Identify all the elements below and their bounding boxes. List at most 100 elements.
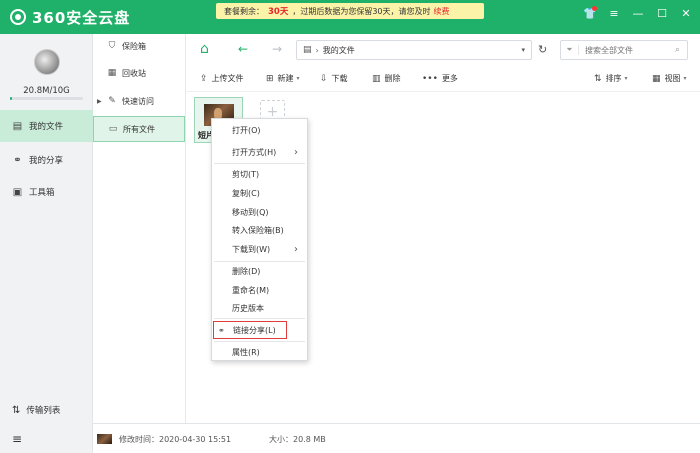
transfer-icon: ⇅	[12, 404, 21, 416]
more-label: 更多	[441, 74, 458, 83]
delete-button[interactable]: ▥ 删除	[372, 73, 401, 84]
menu-item-delete[interactable]: 删除(D)	[212, 262, 307, 280]
trash-icon: ▥	[372, 73, 381, 84]
modified-time: 修改时间：2020-04-30 15:51	[119, 435, 232, 444]
menu-item-label: 复制(C)	[232, 188, 260, 198]
view-label: 视图	[664, 74, 681, 83]
nav-item-toolbox[interactable]: ▣ 工具箱	[0, 176, 93, 208]
sort-button[interactable]: ⇅ 排序 ▾	[594, 73, 628, 84]
maximize-button[interactable]: ☐	[654, 6, 670, 22]
forward-arrow-icon[interactable]: →	[272, 42, 282, 56]
menu-item-move-to[interactable]: 移动到(Q)	[212, 203, 307, 221]
new-label: 新建	[277, 74, 294, 83]
menu-item-label: 剪切(T)	[232, 169, 260, 179]
menu-item-open[interactable]: 打开(O)	[212, 121, 307, 139]
upload-icon: ⇪	[200, 73, 208, 84]
close-icon: ✕	[681, 7, 691, 20]
menu-item-label: 移动到(Q)	[232, 207, 269, 217]
title-bar: 360安全云盘 套餐剩余： 30天 ，过期后数据为您保留30天，请您及时 续费 …	[0, 0, 700, 34]
tree-item-label: 保险箱	[122, 41, 146, 51]
address-bar: ⌂ ← → ▤ › 我的文件 ▾ ↻ ⏷ ⌕	[186, 34, 700, 66]
tree-item-vault[interactable]: ⛉ 保险箱	[93, 35, 185, 57]
menu-item-cut[interactable]: 剪切(T)	[212, 165, 307, 183]
menu-item-link-share[interactable]: ⚭ 链接分享(L)	[213, 321, 287, 339]
nav-item-label: 我的文件	[29, 122, 64, 132]
maximize-icon: ☐	[657, 7, 667, 20]
search-box: ⏷ ⌕	[560, 40, 688, 60]
share-icon: ⚭	[218, 325, 225, 335]
avatar[interactable]	[34, 49, 60, 75]
menu-item-to-vault[interactable]: 转入保险箱(B)	[212, 221, 307, 239]
app-logo: 360安全云盘	[10, 6, 130, 28]
menu-item-label: 删除(D)	[232, 266, 261, 276]
path-text: 我的文件	[322, 45, 355, 55]
search-icon[interactable]: ⌕	[675, 45, 680, 55]
folder-icon: ▤	[303, 45, 312, 55]
menu-divider	[214, 341, 305, 342]
filter-icon[interactable]: ⏷	[561, 45, 579, 55]
upload-label: 上传文件	[211, 74, 244, 83]
toolbox-icon: ▣	[12, 186, 23, 198]
chevron-down-icon[interactable]: ▾	[521, 46, 525, 54]
tree-item-recycle-bin[interactable]: ▦ 回收站	[93, 62, 185, 84]
more-button[interactable]: ••• 更多	[422, 73, 458, 84]
menu-item-download-to[interactable]: 下载到(W) ›	[212, 240, 307, 258]
chevron-down-icon: ▾	[683, 75, 687, 82]
toolbar: ⇪ 上传文件 ⊞ 新建 ▾ ⇩ 下载 ▥ 删除 ••• 更多 ⇅ 排序 ▾ ▦ …	[186, 68, 700, 92]
transfer-label: 传输列表	[26, 406, 61, 416]
grid-icon: ▦	[652, 73, 661, 84]
home-icon[interactable]: ⌂	[200, 42, 214, 56]
menu-item-copy[interactable]: 复制(C)	[212, 184, 307, 202]
nav-item-label: 我的分享	[29, 156, 64, 166]
view-button[interactable]: ▦ 视图 ▾	[652, 73, 687, 84]
menu-item-label: 下载到(W)	[232, 244, 271, 254]
logo-text: 360安全云盘	[32, 8, 131, 27]
download-button[interactable]: ⇩ 下载	[320, 73, 348, 84]
new-button[interactable]: ⊞ 新建 ▾	[266, 73, 300, 84]
upload-button[interactable]: ⇪ 上传文件	[200, 73, 244, 84]
search-input[interactable]	[585, 45, 675, 55]
nav-item-my-files[interactable]: ▤ 我的文件	[0, 110, 93, 142]
folder-tree: ⛉ 保险箱 ▦ 回收站 ▶ ✎ 快速访问 ▭ 所有文件	[93, 34, 186, 423]
chevron-down-icon: ▾	[624, 75, 628, 82]
tree-item-label: 快速访问	[122, 96, 154, 106]
refresh-icon[interactable]: ↻	[538, 43, 547, 56]
skin-button[interactable]: 👕	[582, 6, 598, 22]
minimize-button[interactable]: —	[630, 6, 646, 22]
menu-item-properties[interactable]: 属性(R)	[212, 343, 307, 361]
status-bar: 修改时间：2020-04-30 15:51 大小：20.8 MB	[93, 423, 700, 453]
menu-item-label: 属性(R)	[232, 347, 260, 357]
quota-bar	[10, 97, 83, 100]
sort-label: 排序	[605, 74, 622, 83]
window-controls: 👕 ≡ — ☐ ✕	[582, 6, 694, 22]
menu-divider	[214, 163, 305, 164]
menu-item-rename[interactable]: 重命名(M)	[212, 281, 307, 299]
nav-item-my-shares[interactable]: ⚭ 我的分享	[0, 144, 93, 176]
chevron-down-icon: ▾	[296, 75, 300, 82]
hamburger-menu-button[interactable]: ≡	[0, 429, 93, 449]
trash-icon: ▦	[107, 68, 117, 78]
menu-item-label: 转入保险箱(B)	[232, 225, 284, 235]
menu-item-label: 历史版本	[232, 303, 264, 313]
close-button[interactable]: ✕	[678, 6, 694, 22]
tree-item-all-files[interactable]: ▭ 所有文件	[93, 116, 185, 142]
menu-button[interactable]: ≡	[606, 6, 622, 22]
tree-item-quick-access[interactable]: ▶ ✎ 快速访问	[93, 90, 185, 112]
menu-item-history[interactable]: 历史版本	[212, 299, 307, 317]
tree-item-label: 所有文件	[123, 124, 155, 134]
transfer-list-button[interactable]: ⇅ 传输列表	[0, 400, 93, 420]
subscription-notice: 套餐剩余： 30天 ，过期后数据为您保留30天，请您及时 续费	[216, 3, 484, 19]
menu-item-label: 打开方式(H)	[232, 147, 277, 157]
menu-item-label: 链接分享(L)	[233, 325, 276, 335]
menu-item-open-with[interactable]: 打开方式(H) ›	[212, 143, 307, 161]
path-box[interactable]: ▤ › 我的文件 ▾	[296, 40, 532, 60]
context-menu: 打开(O) 打开方式(H) › 剪切(T) 复制(C) 移动到(Q) 转入保险箱(…	[211, 118, 308, 361]
delete-label: 删除	[384, 74, 401, 83]
caret-right-icon[interactable]: ▶	[97, 98, 102, 105]
sort-icon: ⇅	[594, 73, 602, 84]
new-folder-icon: ⊞	[266, 73, 274, 84]
notice-prefix: 套餐剩余：	[224, 6, 264, 16]
renew-link[interactable]: 续费	[434, 6, 450, 17]
folder-icon: ▭	[108, 124, 118, 134]
back-arrow-icon[interactable]: ←	[238, 42, 248, 56]
